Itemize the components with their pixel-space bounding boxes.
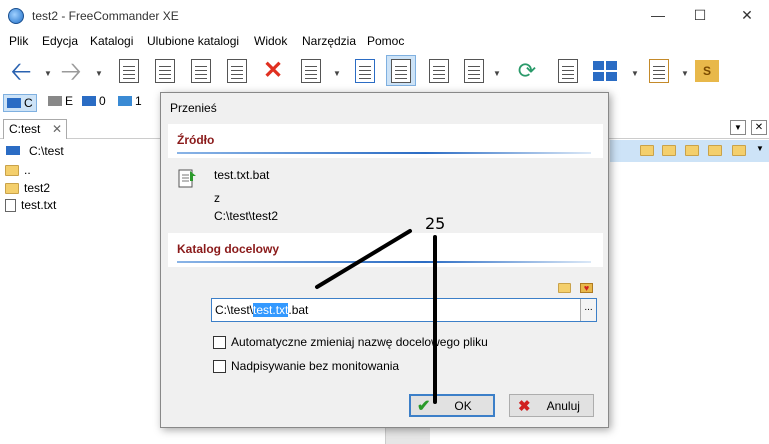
annotation-number: 25 [425, 214, 446, 233]
annotation-overlay [315, 229, 437, 404]
annotation-line-diagonal [315, 229, 412, 289]
